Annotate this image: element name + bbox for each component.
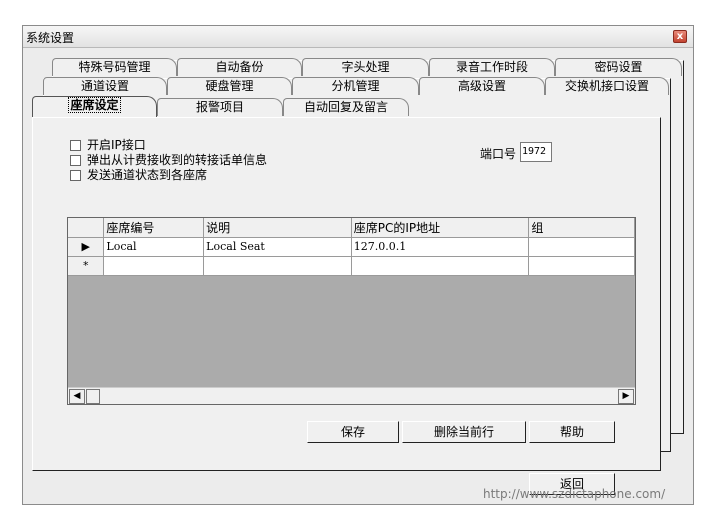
grid-corner-cell <box>68 218 105 238</box>
title-bar[interactable]: 系统设置 x <box>23 26 693 48</box>
checkbox-box[interactable] <box>70 154 81 166</box>
scroll-right-icon[interactable]: ▶ <box>618 389 634 404</box>
tab-disk-management[interactable]: 硬盘管理 <box>167 77 292 95</box>
column-header-ip[interactable]: 座席PC的IP地址 <box>351 218 530 238</box>
help-button[interactable]: 帮助 <box>529 421 615 443</box>
tab-password[interactable]: 密码设置 <box>555 58 682 76</box>
seat-table: 座席编号 说明 座席PC的IP地址 组 ▶ Local Local Seat 1… <box>68 218 635 276</box>
table-row-new[interactable]: * <box>68 256 635 276</box>
horizontal-scrollbar[interactable]: ◀ ▶ <box>68 387 635 404</box>
tab-channel-settings[interactable]: 通道设置 <box>43 77 167 95</box>
grid-header-row: 座席编号 说明 座席PC的IP地址 组 <box>68 218 635 238</box>
cell-description[interactable] <box>203 256 352 276</box>
save-button[interactable]: 保存 <box>307 421 399 443</box>
tab-prefix-processing[interactable]: 字头处理 <box>302 58 429 76</box>
current-row-marker-icon[interactable]: ▶ <box>68 237 105 257</box>
cell-ip[interactable] <box>351 256 530 276</box>
table-row[interactable]: ▶ Local Local Seat 127.0.0.1 <box>68 237 635 257</box>
checkbox-box[interactable] <box>70 139 81 151</box>
tab-alarm-items[interactable]: 报警项目 <box>157 98 283 116</box>
seat-grid[interactable]: 座席编号 说明 座席PC的IP地址 组 ▶ Local Local Seat 1… <box>67 217 636 405</box>
column-header-description[interactable]: 说明 <box>203 218 352 238</box>
cell-seat-no[interactable] <box>103 256 205 276</box>
cell-group[interactable] <box>528 237 635 257</box>
window-title: 系统设置 <box>26 31 75 45</box>
tab-recording-hours[interactable]: 录音工作时段 <box>429 58 555 76</box>
cell-seat-no[interactable]: Local <box>103 237 205 257</box>
tab-auto-reply[interactable]: 自动回复及留言 <box>283 98 409 116</box>
tab-seat-settings[interactable]: 座席设定 <box>32 96 157 117</box>
enable-ip-label: 开启IP接口 <box>87 137 146 152</box>
tab-seat-settings-label: 座席设定 <box>68 97 121 113</box>
tab-special-numbers[interactable]: 特殊号码管理 <box>52 58 177 76</box>
send-status-label: 发送通道状态到各座席 <box>87 167 208 182</box>
enable-ip-checkbox[interactable]: 开启IP接口 <box>70 138 146 152</box>
scroll-left-icon[interactable]: ◀ <box>69 389 85 404</box>
close-icon[interactable]: x <box>673 30 687 43</box>
popup-transfer-label: 弹出从计费接收到的转接话单信息 <box>87 152 268 167</box>
port-input[interactable]: 1972 <box>520 142 552 162</box>
column-header-seat-no[interactable]: 座席编号 <box>103 218 205 238</box>
checkbox-box[interactable] <box>70 169 81 181</box>
popup-transfer-checkbox[interactable]: 弹出从计费接收到的转接话单信息 <box>70 153 267 167</box>
new-row-marker-icon[interactable]: * <box>68 256 105 276</box>
watermark-url: http://www.szdictaphone.com/ <box>483 487 666 501</box>
scroll-thumb[interactable] <box>86 389 100 404</box>
port-label: 端口号 <box>480 147 517 161</box>
cell-ip[interactable]: 127.0.0.1 <box>351 237 530 257</box>
send-status-checkbox[interactable]: 发送通道状态到各座席 <box>70 168 207 182</box>
tab-switch-interface[interactable]: 交换机接口设置 <box>545 77 669 95</box>
tab-auto-backup[interactable]: 自动备份 <box>177 58 302 76</box>
tab-extension-management[interactable]: 分机管理 <box>292 77 419 95</box>
column-header-group[interactable]: 组 <box>528 218 635 238</box>
cell-description[interactable]: Local Seat <box>203 237 352 257</box>
delete-row-button[interactable]: 删除当前行 <box>402 421 526 443</box>
cell-group[interactable] <box>528 256 635 276</box>
tab-advanced-settings[interactable]: 高级设置 <box>419 77 545 95</box>
